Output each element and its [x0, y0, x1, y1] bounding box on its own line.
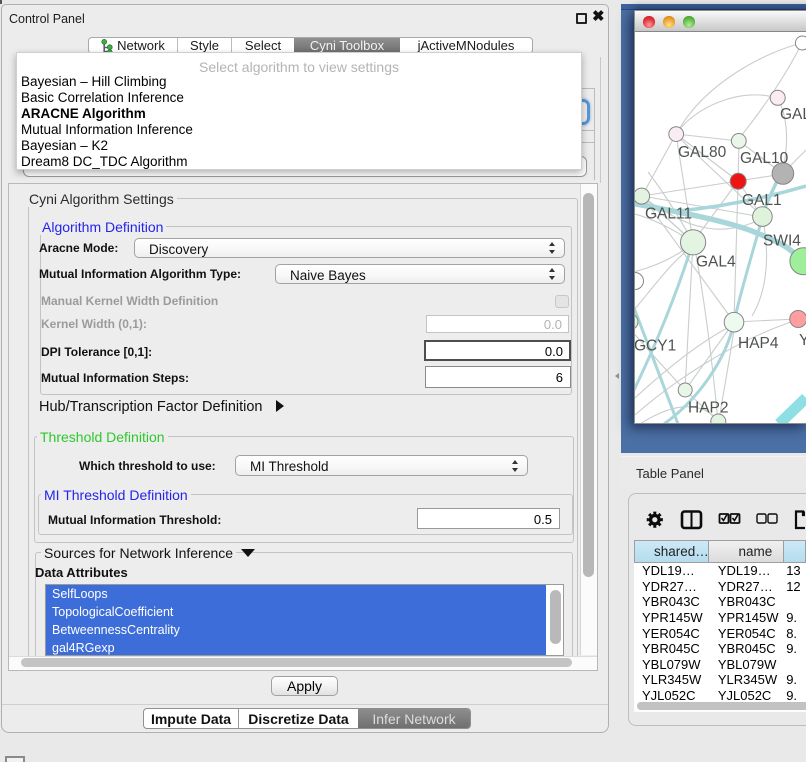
svg-text:GAL80: GAL80 — [678, 144, 727, 161]
svg-text:Y: Y — [799, 332, 806, 349]
svg-text:HAP4: HAP4 — [738, 335, 779, 352]
svg-text:GAL: GAL — [780, 106, 806, 123]
svg-text:HAP2: HAP2 — [688, 400, 729, 417]
svg-text:GCY1: GCY1 — [635, 338, 676, 355]
svg-text:GAL4: GAL4 — [696, 254, 736, 271]
svg-text:GAL11: GAL11 — [645, 206, 692, 223]
svg-text:GAL1: GAL1 — [742, 192, 782, 209]
svg-text:GAL10: GAL10 — [740, 150, 789, 167]
svg-text:SWI4: SWI4 — [763, 233, 801, 250]
